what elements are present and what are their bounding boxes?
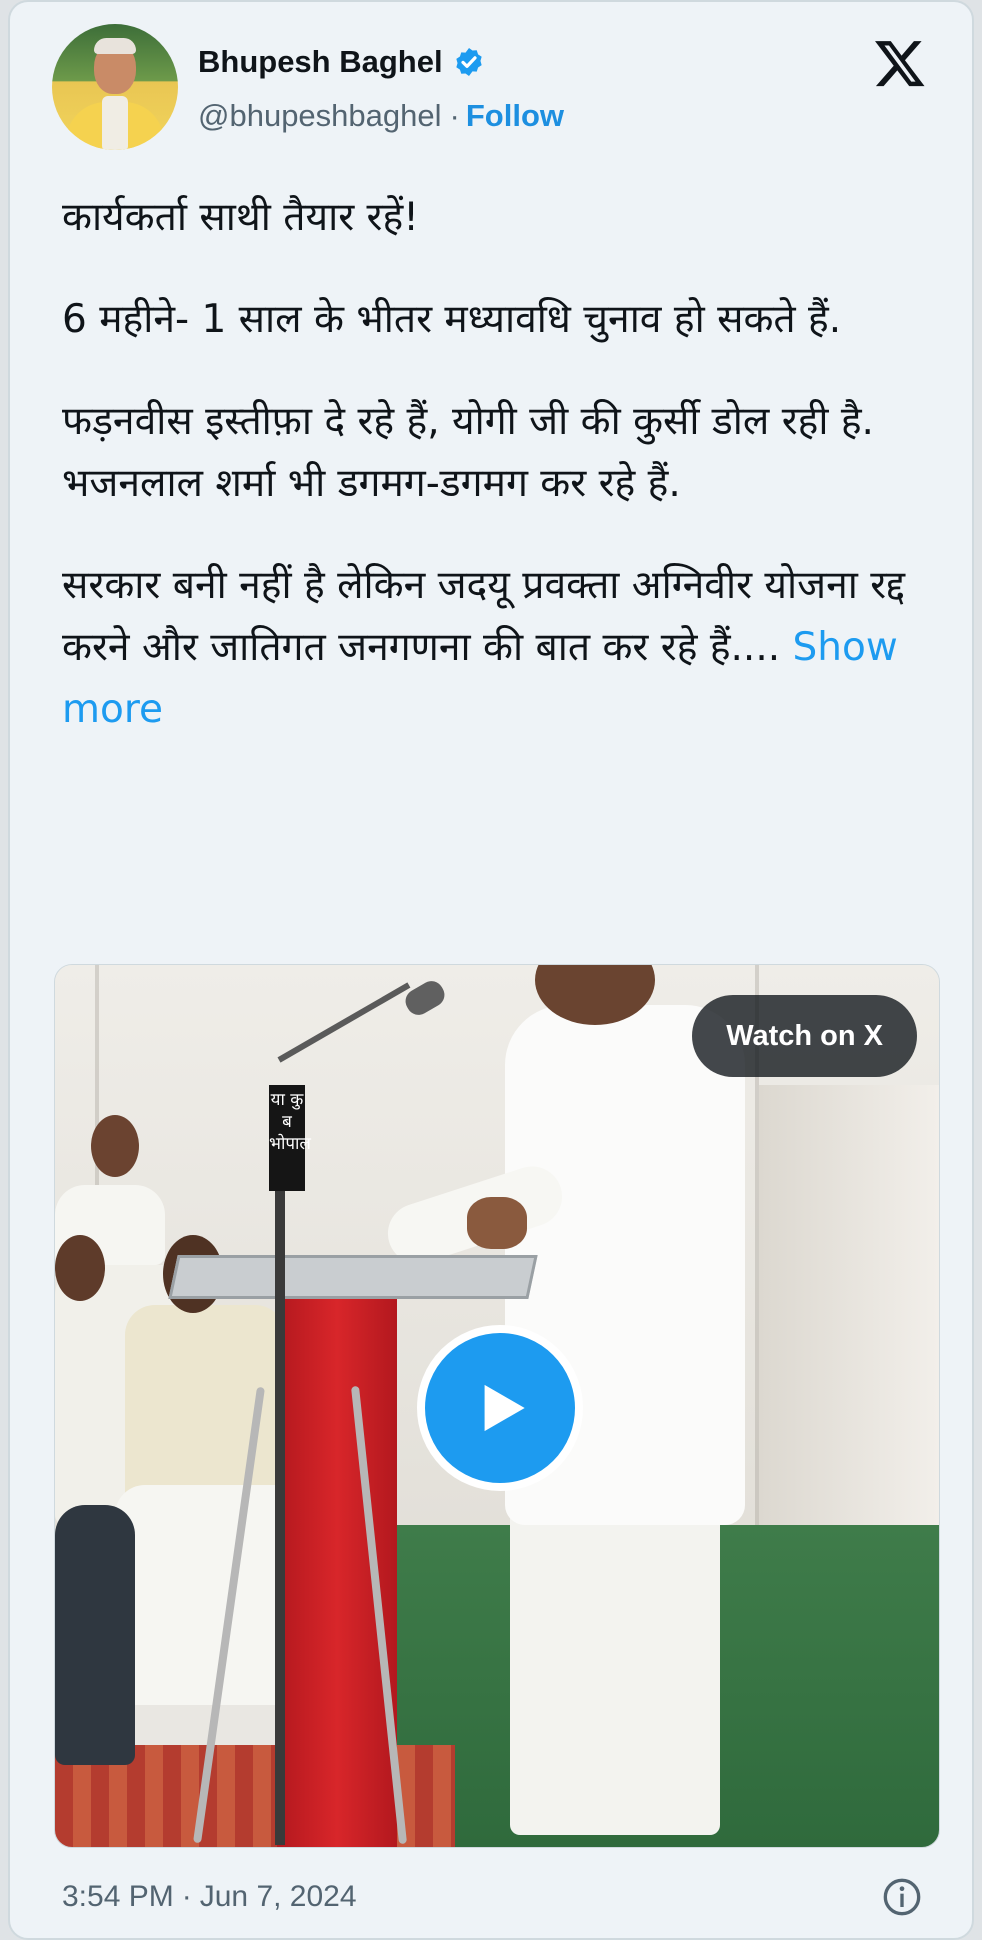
verified-badge-icon <box>455 48 482 76</box>
info-icon[interactable] <box>882 1877 922 1917</box>
author-name[interactable]: Bhupesh Baghel <box>198 44 443 80</box>
tweet-time: 3:54 PM <box>62 1880 174 1913</box>
video-thumbnail[interactable]: या कु ब भोपाल Watch on X <box>54 964 940 1848</box>
mic-pole <box>275 1095 285 1845</box>
tweet-paragraph-last: सरकार बनी नहीं है लेकिन जदयू प्रवक्ता अग… <box>62 555 962 741</box>
avatar-scarf <box>102 96 128 150</box>
tweet-timestamp[interactable]: 3:54 PM · Jun 7, 2024 <box>62 1880 357 1914</box>
tweet-paragraph-text: सरकार बनी नहीं है लेकिन जदयू प्रवक्ता अग… <box>62 563 906 670</box>
audience-person <box>55 1505 135 1765</box>
audience-head <box>91 1115 139 1177</box>
author-handle-row: @bhupeshbaghel · Follow <box>198 98 564 134</box>
speaker-hand <box>467 1197 527 1249</box>
speaker-legs <box>510 1505 720 1835</box>
tweet-paragraph: कार्यकर्ता साथी तैयार रहें! <box>62 195 419 240</box>
handle-separator: · <box>449 98 460 133</box>
play-icon <box>484 1384 525 1432</box>
podium <box>277 1295 397 1847</box>
follow-button[interactable]: Follow <box>466 98 564 134</box>
tweet-date: Jun 7, 2024 <box>199 1880 357 1913</box>
mic-flag: या कु ब भोपाल <box>269 1085 311 1191</box>
curtain <box>759 1085 939 1525</box>
tweet-paragraph: फड़नवीस इस्तीफ़ा दे रहे हैं, योगी जी की … <box>62 399 874 506</box>
x-logo-icon[interactable] <box>872 36 928 90</box>
author-handle[interactable]: @bhupeshbaghel <box>198 98 442 134</box>
tweet-card: Bhupesh Baghel @bhupeshbaghel · Follow क… <box>8 0 974 1940</box>
author-name-row: Bhupesh Baghel <box>198 44 485 80</box>
tweet-paragraph: 6 महीने- 1 साल के भीतर मध्यावधि चुनाव हो… <box>62 297 842 342</box>
watch-on-x-button[interactable]: Watch on X <box>692 995 917 1077</box>
avatar[interactable] <box>52 24 178 150</box>
timestamp-separator: · <box>181 1880 192 1913</box>
play-button[interactable] <box>417 1325 583 1491</box>
avatar-hair <box>94 38 136 54</box>
tweet-text: कार्यकर्ता साथी तैयार रहें! 6 महीने- 1 स… <box>62 187 962 781</box>
podium-top <box>168 1255 538 1299</box>
audience-head <box>55 1235 105 1301</box>
